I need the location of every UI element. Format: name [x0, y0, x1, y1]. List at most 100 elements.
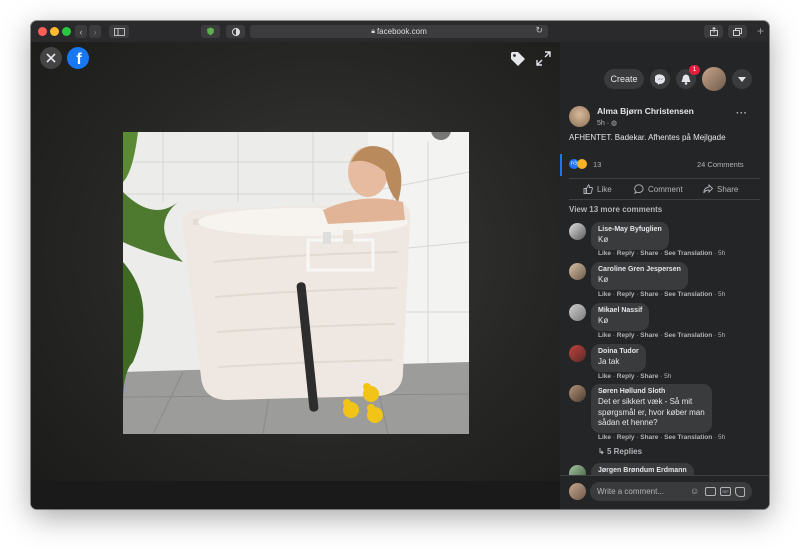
- view-replies-link[interactable]: ↳ 5 Replies: [598, 447, 642, 456]
- extension-button[interactable]: [201, 25, 220, 38]
- back-button[interactable]: ‹: [75, 25, 87, 38]
- comment-avatar[interactable]: [569, 385, 586, 402]
- replies-label: 5 Replies: [606, 447, 643, 456]
- sticker-icon[interactable]: [735, 487, 745, 497]
- comment-author[interactable]: Mikael Nassif: [598, 306, 642, 316]
- messenger-icon: [654, 73, 665, 85]
- comment-author[interactable]: Doina Tudor: [598, 347, 639, 357]
- comment-reply-link[interactable]: Reply: [617, 291, 635, 298]
- zoom-window-button[interactable]: [62, 27, 71, 36]
- comment-text-line: Det er sikkert væk - Så mit: [598, 397, 693, 406]
- reply-arrow-icon: ↳: [598, 447, 605, 456]
- reload-icon[interactable]: ↻: [535, 25, 543, 36]
- comment-time[interactable]: 5h: [718, 332, 725, 339]
- thumbs-up-icon: [583, 184, 593, 194]
- comment-time[interactable]: 5h: [718, 434, 725, 441]
- comment-reply-link[interactable]: Reply: [617, 373, 635, 380]
- reaction-count[interactable]: 13: [593, 160, 601, 169]
- comment-reply-link[interactable]: Reply: [617, 332, 635, 339]
- comment-time[interactable]: 5h: [718, 250, 725, 257]
- comment-share-link[interactable]: Share: [640, 332, 658, 339]
- post-photo[interactable]: [123, 132, 469, 434]
- emoji-icon[interactable]: ☺: [690, 486, 699, 496]
- account-menu-button[interactable]: [732, 69, 752, 89]
- comment-like-link[interactable]: Like: [598, 250, 611, 257]
- share-button[interactable]: Share: [703, 182, 738, 196]
- comment-time[interactable]: 5h: [664, 373, 671, 380]
- minimize-window-button[interactable]: [50, 27, 59, 36]
- notification-badge: 1: [689, 65, 700, 75]
- address-bar[interactable]: 🔒︎ facebook.com ↻: [250, 25, 548, 38]
- comment-share-link[interactable]: Share: [640, 373, 658, 380]
- browser-window: ‹ › 🔒︎ facebook.com ↻ + f Create 1 Alma …: [31, 21, 769, 509]
- comment-share-link[interactable]: Share: [640, 250, 658, 257]
- panel-scroll-indicator: [560, 154, 562, 176]
- comment-bubble: Caroline Gren Jespersen Kø: [591, 262, 688, 290]
- viewer-footer: [31, 481, 560, 509]
- tag-photo-button[interactable]: [510, 51, 526, 67]
- forward-button[interactable]: ›: [89, 25, 101, 38]
- like-button[interactable]: Like: [583, 182, 612, 196]
- see-translation-link[interactable]: See Translation: [664, 332, 712, 339]
- see-translation-link[interactable]: See Translation: [664, 434, 712, 441]
- new-tab-button[interactable]: +: [757, 24, 764, 38]
- comment-like-link[interactable]: Like: [598, 434, 611, 441]
- comment-reply-link[interactable]: Reply: [617, 250, 635, 257]
- comment-share-link[interactable]: Share: [640, 434, 658, 441]
- comment-author[interactable]: Caroline Gren Jespersen: [598, 265, 681, 275]
- comment-avatar[interactable]: [569, 345, 586, 362]
- facebook-logo-icon: f: [76, 50, 82, 68]
- gif-icon[interactable]: GIF: [720, 487, 731, 496]
- comment-input[interactable]: Write a comment... ☺ GIF: [590, 482, 752, 501]
- messenger-button[interactable]: [650, 69, 670, 89]
- see-translation-link[interactable]: See Translation: [664, 250, 712, 257]
- account-avatar[interactable]: [702, 67, 726, 91]
- bathtub-photo-image: [123, 132, 469, 434]
- post-author[interactable]: Alma Bjørn Christensen: [597, 106, 694, 116]
- see-translation-link[interactable]: See Translation: [664, 291, 712, 298]
- camera-icon[interactable]: [705, 487, 716, 496]
- comment-text: Ja tak: [598, 357, 620, 366]
- facebook-logo[interactable]: f: [67, 47, 89, 69]
- comment-avatar[interactable]: [569, 223, 586, 240]
- comment-avatar[interactable]: [569, 304, 586, 321]
- sidebar-toggle-button[interactable]: [109, 25, 129, 38]
- comment-text-line: spørgsmål er, hvor køber man: [598, 407, 705, 417]
- share-page-button[interactable]: [704, 25, 723, 38]
- comment-author[interactable]: Lise-May Byfuglien: [598, 225, 662, 235]
- comments-count[interactable]: 24 Comments: [697, 160, 744, 169]
- comment-share-link[interactable]: Share: [640, 291, 658, 298]
- notifications-button[interactable]: 1: [676, 65, 700, 89]
- divider: [569, 199, 760, 200]
- comment-actions: Like · Reply · Share · 5h: [598, 373, 672, 380]
- reaction-icons[interactable]: 👍︎: [569, 159, 591, 170]
- author-avatar[interactable]: [569, 106, 590, 127]
- comment-like-link[interactable]: Like: [598, 291, 611, 298]
- comment-label: Comment: [648, 184, 683, 194]
- comment-like-link[interactable]: Like: [598, 332, 611, 339]
- post-options-button[interactable]: ···: [736, 108, 748, 119]
- comment-actions: Like · Reply · Share · See Translation ·…: [598, 291, 726, 298]
- comment-like-link[interactable]: Like: [598, 373, 611, 380]
- tabs-overview-button[interactable]: [728, 25, 747, 38]
- comment-actions: Like · Reply · Share · See Translation ·…: [598, 250, 726, 257]
- comment-button[interactable]: Comment: [634, 182, 683, 196]
- expand-icon: [536, 51, 551, 66]
- close-window-button[interactable]: [38, 27, 47, 36]
- comment-time[interactable]: 5h: [718, 291, 725, 298]
- comment-reply-link[interactable]: Reply: [617, 434, 635, 441]
- comment-text: Kø: [598, 235, 609, 244]
- close-viewer-button[interactable]: [40, 47, 62, 69]
- create-button[interactable]: Create: [604, 69, 644, 89]
- comment-author[interactable]: Søren Høllund Sloth: [598, 387, 705, 397]
- view-more-comments-link[interactable]: View 13 more comments: [569, 205, 662, 214]
- shield-icon: [207, 27, 214, 36]
- comment-avatar[interactable]: [569, 263, 586, 280]
- share-icon: [709, 27, 718, 36]
- close-icon: [46, 53, 56, 63]
- bell-icon: [681, 74, 691, 85]
- comment-bubble: Søren Høllund Sloth Det er sikkert væk -…: [591, 384, 712, 433]
- post-panel: Create 1 Alma Bjørn Christensen 5h · ◍ ·…: [560, 42, 769, 509]
- fullscreen-button[interactable]: [536, 51, 551, 66]
- privacy-button[interactable]: [226, 25, 245, 38]
